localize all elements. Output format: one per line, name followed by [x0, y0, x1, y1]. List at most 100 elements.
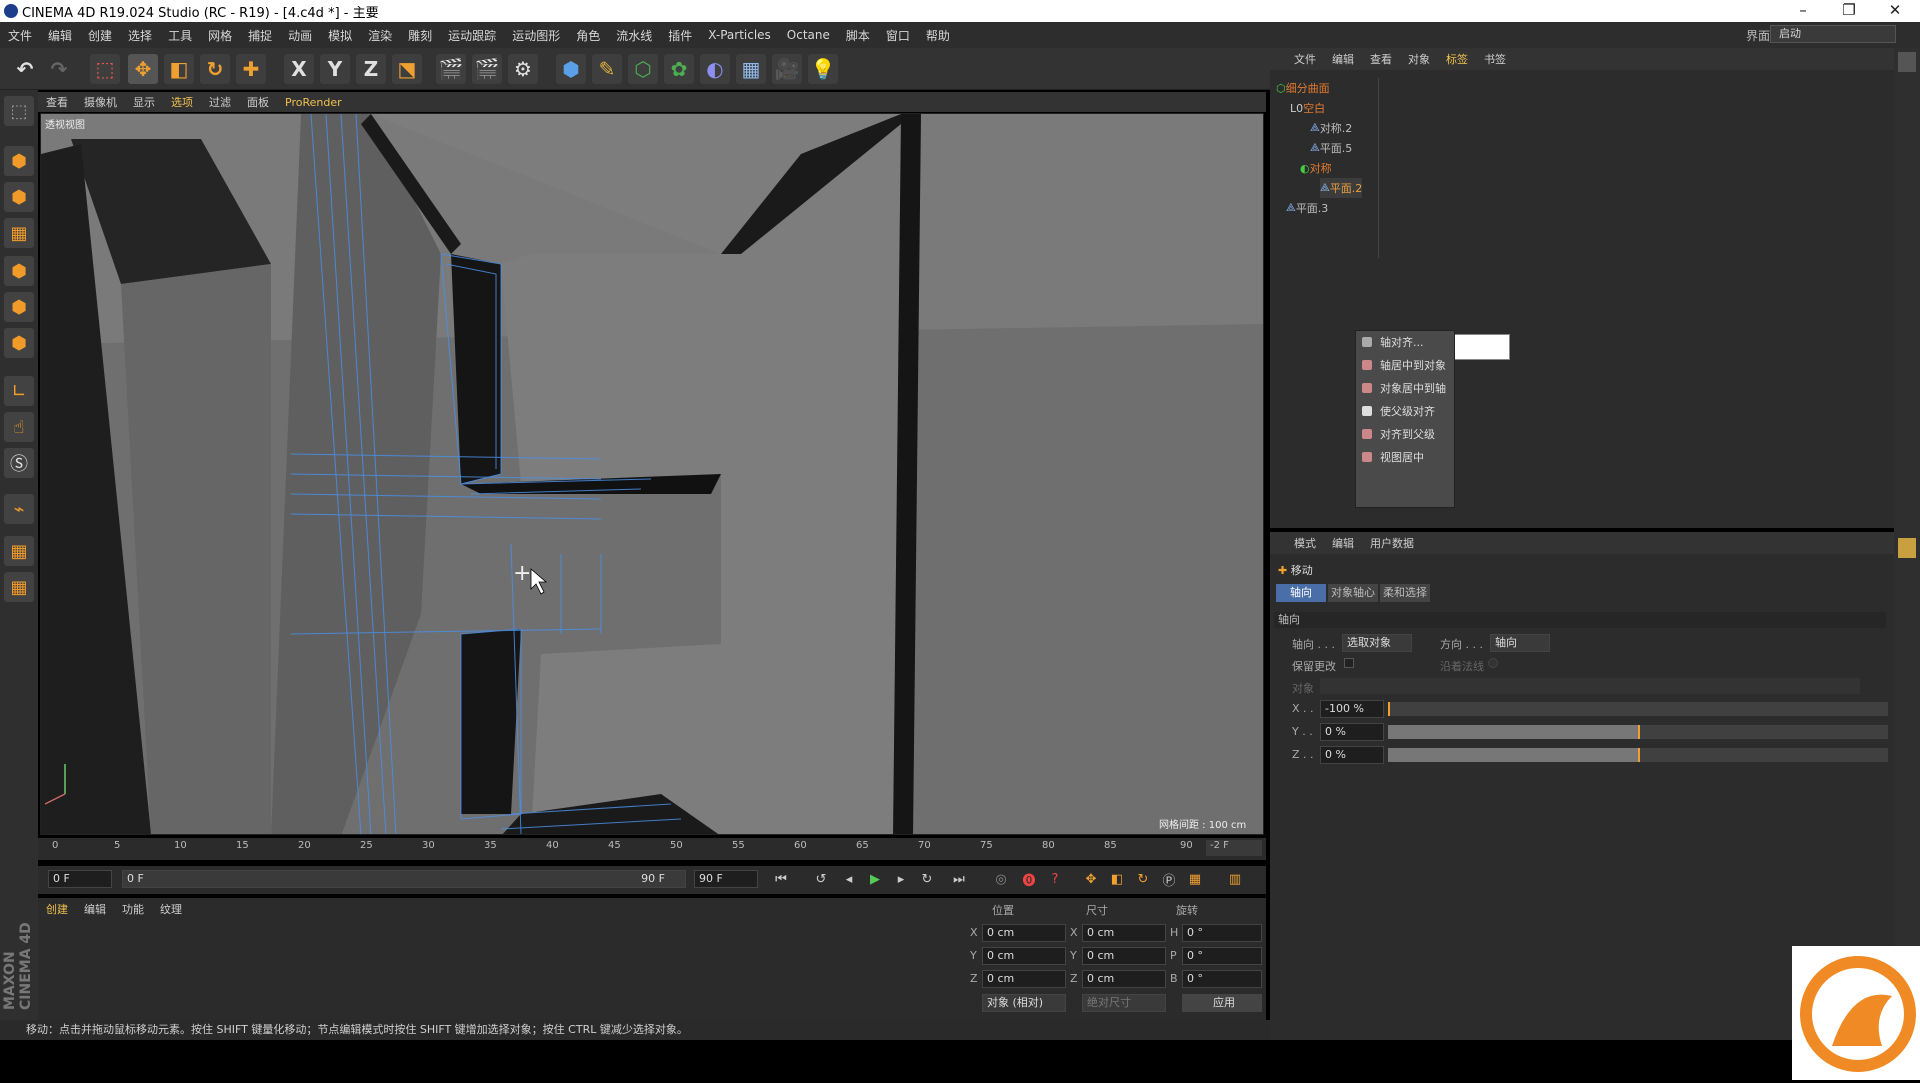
timeline-ruler[interactable]: 0 5 10 15 20 25 30 35 40 45 50 55 60 65 … — [38, 838, 1266, 860]
object-row-plane2[interactable]: ⟁ 平面.2 — [1320, 178, 1363, 198]
tab-axis[interactable]: 轴向 — [1276, 584, 1326, 602]
ctx-align-to-parent-reverse[interactable]: 使父级对齐 — [1356, 400, 1454, 423]
timeline-window-icon[interactable]: ▥ — [1224, 868, 1246, 890]
end-frame-field[interactable]: 90 F — [694, 870, 758, 888]
om-menu-file[interactable]: 文件 — [1270, 51, 1324, 67]
tab-object-axis[interactable]: 对象轴心 — [1328, 584, 1378, 602]
render-settings-icon[interactable]: ⚙ — [508, 54, 538, 84]
z-value-field[interactable]: 0 % — [1320, 746, 1384, 764]
apply-button[interactable]: 应用 — [1182, 994, 1262, 1012]
cube-icon[interactable]: ⬢ — [556, 54, 586, 84]
om-menu-tags[interactable]: 标签 — [1438, 51, 1476, 67]
vp-menu-view[interactable]: 查看 — [38, 94, 76, 110]
texture-mode-icon[interactable]: ⬢ — [4, 182, 34, 212]
deformer-icon[interactable]: ◐ — [700, 54, 730, 84]
menu-motion-tracker[interactable]: 运动跟踪 — [440, 27, 504, 44]
prev-key-icon[interactable]: ↺ — [810, 868, 832, 890]
key-position-icon[interactable]: ✥ — [1080, 868, 1102, 890]
z-slider[interactable] — [1388, 748, 1888, 762]
goto-start-icon[interactable]: ⏮ — [770, 868, 792, 890]
object-row-symmetry2[interactable]: ⟁ 对称.2 — [1310, 118, 1352, 138]
om-menu-view[interactable]: 查看 — [1362, 51, 1400, 67]
x-slider[interactable] — [1388, 702, 1888, 716]
key-rotation-icon[interactable]: ↻ — [1132, 868, 1154, 890]
z-axis-lock-icon[interactable]: Z — [356, 54, 386, 84]
side-tab-objects[interactable] — [1898, 52, 1916, 72]
edges-mode-icon[interactable]: ⬢ — [4, 292, 34, 322]
axis-select[interactable]: 选取对象 — [1342, 634, 1412, 652]
object-row-plane5[interactable]: ⟁ 平面.5 — [1310, 138, 1352, 158]
menu-window[interactable]: 窗口 — [878, 27, 918, 44]
direction-select[interactable]: 轴向 — [1490, 634, 1550, 652]
floor-icon[interactable]: ▦ — [736, 54, 766, 84]
light-icon[interactable]: 💡 — [808, 54, 838, 84]
vp-menu-display[interactable]: 显示 — [125, 94, 163, 110]
object-row-plane3[interactable]: ⟁ 平面.3 — [1286, 198, 1328, 218]
points-mode-icon[interactable]: ⬢ — [4, 256, 34, 286]
menu-character[interactable]: 角色 — [568, 27, 608, 44]
cloner-icon[interactable]: ✿ — [664, 54, 694, 84]
model-mode-icon[interactable]: ⬢ — [4, 146, 34, 176]
solo-icon[interactable]: Ⓢ — [4, 448, 34, 478]
along-normal-checkbox[interactable] — [1488, 658, 1498, 668]
menu-mograph[interactable]: 运动图形 — [504, 27, 568, 44]
vp-menu-prorender[interactable]: ProRender — [277, 96, 350, 109]
menu-plugins[interactable]: 插件 — [660, 27, 700, 44]
ctx-view-center[interactable]: 视图居中 — [1356, 446, 1454, 469]
live-select-icon[interactable]: ⬚ — [90, 54, 120, 84]
om-menu-objects[interactable]: 对象 — [1400, 51, 1438, 67]
minimize-button[interactable]: – — [1780, 0, 1826, 22]
menu-tools[interactable]: 工具 — [160, 27, 200, 44]
key-param-icon[interactable]: Ⓟ — [1158, 868, 1180, 890]
mat-tab-edit[interactable]: 编辑 — [76, 901, 114, 917]
redo-icon[interactable]: ↷ — [44, 54, 74, 84]
prev-frame-icon[interactable]: ◂ — [838, 868, 860, 890]
workplane-mode-icon[interactable]: ▦ — [4, 218, 34, 248]
side-tab-attributes[interactable] — [1898, 538, 1916, 558]
record-keys-icon[interactable]: ◎ — [990, 868, 1012, 890]
om-menu-edit[interactable]: 编辑 — [1324, 51, 1362, 67]
vp-menu-options[interactable]: 选项 — [163, 94, 201, 110]
workplane-icon[interactable]: ▦ — [4, 572, 34, 602]
ctx-center-axis-to-object[interactable]: 轴居中到对象 — [1356, 354, 1454, 377]
menu-file[interactable]: 文件 — [0, 27, 40, 44]
make-editable-icon[interactable]: ⬚ — [4, 96, 34, 126]
camera-icon[interactable]: 🎥 — [772, 54, 802, 84]
x-axis-lock-icon[interactable]: X — [284, 54, 314, 84]
scale-tool-icon[interactable]: ◧ — [164, 54, 194, 84]
ctx-axis-align[interactable]: 轴对齐... — [1356, 331, 1454, 354]
autokey-icon[interactable]: ⓿ — [1018, 868, 1040, 890]
attr-menu-edit[interactable]: 编辑 — [1324, 535, 1362, 551]
key-pla-icon[interactable]: ▦ — [1184, 868, 1206, 890]
menu-octane[interactable]: Octane — [779, 28, 838, 42]
perspective-viewport[interactable]: + 透视视图 网格间距 : 100 cm — [40, 113, 1264, 835]
menu-mesh[interactable]: 网格 — [200, 27, 240, 44]
menu-help[interactable]: 帮助 — [918, 27, 958, 44]
pos-x-field[interactable]: 0 cm — [982, 924, 1066, 942]
object-row-symmetry[interactable]: ◐ 对称 — [1300, 158, 1332, 178]
transform-tool-icon[interactable]: ✚ — [236, 54, 266, 84]
play-icon[interactable]: ▶ — [864, 868, 886, 890]
menu-snap[interactable]: 捕捉 — [240, 27, 280, 44]
vp-menu-cameras[interactable]: 摄像机 — [76, 94, 125, 110]
coordinate-system-icon[interactable]: ⬔ — [392, 54, 422, 84]
maximize-button[interactable]: ❐ — [1826, 0, 1872, 22]
tweak-mode-icon[interactable]: ☝ — [4, 412, 34, 442]
render-view-icon[interactable]: 🎬 — [436, 54, 466, 84]
frame-range-slider[interactable]: 0 F 90 F — [122, 870, 686, 888]
menu-animate[interactable]: 动画 — [280, 27, 320, 44]
rotate-tool-icon[interactable]: ↻ — [200, 54, 230, 84]
y-value-field[interactable]: 0 % — [1320, 723, 1384, 741]
vp-menu-filter[interactable]: 过滤 — [201, 94, 239, 110]
mat-tab-function[interactable]: 功能 — [114, 901, 152, 917]
size-z-field[interactable]: 0 cm — [1082, 970, 1166, 988]
menu-edit[interactable]: 编辑 — [40, 27, 80, 44]
om-menu-bookmarks[interactable]: 书签 — [1476, 51, 1514, 67]
pos-y-field[interactable]: 0 cm — [982, 947, 1066, 965]
attr-menu-userdata[interactable]: 用户数据 — [1362, 535, 1422, 551]
move-tool-icon[interactable]: ✥ — [128, 54, 158, 84]
pos-z-field[interactable]: 0 cm — [982, 970, 1066, 988]
pen-spline-icon[interactable]: ✎ — [592, 54, 622, 84]
menu-select[interactable]: 选择 — [120, 27, 160, 44]
current-frame-field[interactable]: -2 F — [1206, 840, 1262, 856]
